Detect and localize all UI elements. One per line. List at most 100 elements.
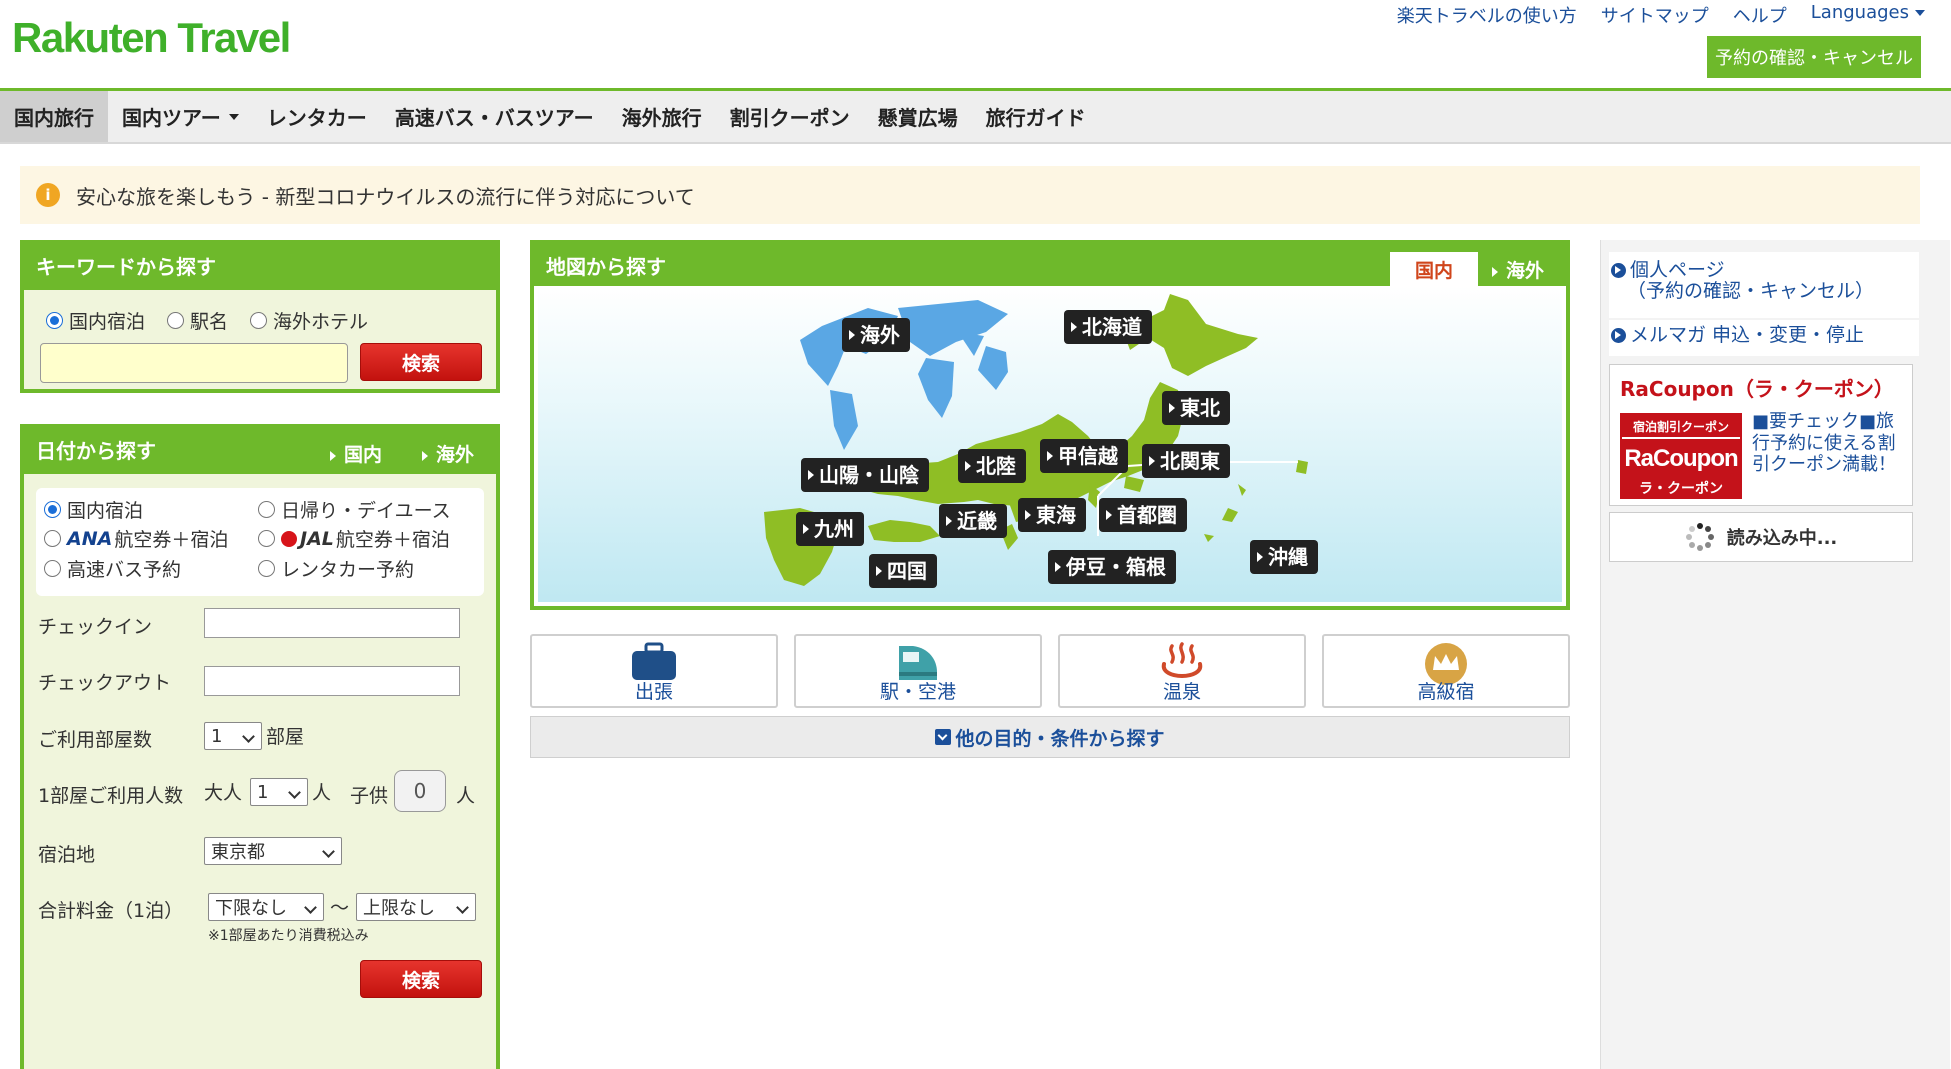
date-tab-overseas[interactable]: 海外 — [422, 440, 474, 467]
purpose-onsen-button[interactable]: 温泉 — [1058, 634, 1306, 708]
nav-discount-coupon[interactable]: 割引クーポン — [716, 91, 864, 142]
purpose-luxury-button[interactable]: 高級宿 — [1322, 634, 1570, 708]
region-kita-kanto-button[interactable]: 北関東 — [1142, 444, 1230, 478]
racoupon-badge[interactable]: 宿泊割引クーポン RaCoupon ラ・クーポン — [1620, 413, 1742, 499]
purpose-station-airport-button[interactable]: 駅・空港 — [794, 634, 1042, 708]
sitemap-link[interactable]: サイトマップ — [1601, 2, 1709, 28]
price-separator: 〜 — [330, 897, 350, 919]
main-nav: 国内旅行 国内ツアー レンタカー 高速バス・バスツアー 海外旅行 割引クーポン … — [0, 88, 1951, 144]
radio-label: レンタカー予約 — [281, 559, 415, 581]
region-okinawa-button[interactable]: 沖縄 — [1250, 540, 1318, 574]
nav-overseas-travel[interactable]: 海外旅行 — [608, 91, 716, 142]
purpose-label: 温泉 — [1162, 681, 1201, 703]
plan-type-box: 国内宿泊 日帰り・デイユース ANA 航空券＋宿泊 JAL 航空券＋宿泊 高速バス予… — [36, 488, 484, 596]
adult-select[interactable]: 1 — [250, 778, 308, 806]
purpose-label: 高級宿 — [1417, 681, 1475, 703]
purpose-label: 出張 — [634, 681, 673, 703]
price-max-select[interactable]: 上限なし — [356, 893, 476, 921]
reservation-check-cancel-button[interactable]: 予約の確認・キャンセル — [1707, 36, 1921, 78]
tab-label: 海外 — [1506, 260, 1545, 282]
plan-radio-day-use[interactable]: 日帰り・デイユース — [258, 496, 451, 523]
more-conditions-button[interactable]: 他の目的・条件から探す — [530, 716, 1570, 758]
nav-highway-bus[interactable]: 高速バス・バスツアー — [381, 91, 608, 142]
nav-prize-plaza[interactable]: 懸賞広場 — [864, 91, 972, 142]
radio-label: 駅名 — [190, 311, 229, 333]
arrow-circle-icon — [1611, 328, 1626, 343]
help-link[interactable]: ヘルプ — [1733, 2, 1787, 28]
nav-travel-guide[interactable]: 旅行ガイド — [972, 91, 1100, 142]
keyword-search-button[interactable]: 検索 — [360, 343, 482, 381]
arrow-right-icon — [330, 451, 336, 461]
region-kyushu-button[interactable]: 九州 — [796, 512, 864, 546]
nav-rental-car[interactable]: レンタカー — [253, 91, 381, 142]
date-search-panel: 日付から探す 国内 海外 国内宿泊 日帰り・デイユース ANA 航空券＋宿泊 JA… — [20, 424, 500, 1069]
racoupon-box[interactable]: RaCoupon（ラ・クーポン） 宿泊割引クーポン RaCoupon ラ・クーポ… — [1609, 364, 1913, 506]
keyword-radio-station[interactable]: 駅名 — [167, 307, 228, 334]
how-to-use-link[interactable]: 楽天トラベルの使い方 — [1397, 2, 1577, 28]
region-koshinetsu-button[interactable]: 甲信越 — [1040, 439, 1128, 473]
price-min-select[interactable]: 下限なし — [208, 893, 324, 921]
radio-icon — [44, 560, 61, 577]
radio-selected-icon — [44, 501, 61, 518]
plan-radio-domestic-stay[interactable]: 国内宿泊 — [44, 496, 143, 523]
checkin-input[interactable] — [204, 608, 460, 638]
notice-text[interactable]: 安心な旅を楽しもう - 新型コロナウイルスの流行に伴う対応について — [76, 181, 695, 210]
languages-dropdown[interactable]: Languages — [1811, 2, 1925, 28]
purpose-label: 駅・空港 — [879, 681, 956, 703]
newsletter-link[interactable]: メルマガ 申込・変更・停止 — [1611, 325, 1864, 346]
nav-domestic-travel[interactable]: 国内旅行 — [0, 91, 108, 142]
covid-notice-banner[interactable]: i 安心な旅を楽しもう - 新型コロナウイルスの流行に伴う対応について — [20, 166, 1920, 224]
purpose-business-button[interactable]: 出張 — [530, 634, 778, 708]
rooms-unit: 部屋 — [266, 726, 305, 748]
region-izu-hakone-button[interactable]: 伊豆・箱根 — [1048, 550, 1176, 584]
region-sanyo-sanin-button[interactable]: 山陽・山陰 — [801, 458, 929, 492]
nav-domestic-tour[interactable]: 国内ツアー — [108, 91, 253, 142]
rooms-select[interactable]: 1 — [204, 722, 262, 750]
radio-label: 航空券＋宿泊 — [335, 529, 450, 551]
map-search-panel: 地図から探す 国内 海外 海外 北海道 東北 山陽・山陰 北陸 甲信越 北関東 … — [530, 240, 1570, 610]
keyword-input[interactable] — [40, 343, 348, 383]
keyword-radio-domestic[interactable]: 国内宿泊 — [46, 307, 145, 334]
adult-label: 大人 — [204, 782, 243, 804]
map-tab-overseas[interactable]: 海外 — [1492, 256, 1544, 283]
date-search-button[interactable]: 検索 — [360, 960, 482, 998]
keyword-radio-overseas-hotel[interactable]: 海外ホテル — [250, 307, 368, 334]
rakuten-travel-logo[interactable]: Rakuten Travel — [12, 14, 291, 62]
region-kinki-button[interactable]: 近畿 — [939, 504, 1007, 538]
plan-radio-ana-flight-stay[interactable]: ANA 航空券＋宿泊 — [44, 525, 228, 552]
region-shutoken-button[interactable]: 首都圏 — [1099, 498, 1187, 532]
chevron-down-icon — [228, 113, 239, 120]
location-select[interactable]: 東京都 — [204, 837, 342, 865]
tab-label: 海外 — [436, 444, 475, 466]
racoupon-badge-main: RaCoupon — [1622, 437, 1740, 479]
plan-radio-jal-flight-stay[interactable]: JAL 航空券＋宿泊 — [258, 525, 450, 552]
plan-radio-highway-bus[interactable]: 高速バス予約 — [44, 555, 181, 582]
child-count-input[interactable]: 0 — [394, 770, 446, 812]
plan-radio-rental-car[interactable]: レンタカー予約 — [258, 555, 414, 582]
radio-selected-icon — [46, 312, 63, 329]
map-tab-domestic[interactable]: 国内 — [1390, 252, 1478, 286]
region-hokuriku-button[interactable]: 北陸 — [958, 449, 1026, 483]
radio-icon — [258, 560, 275, 577]
arrow-circle-icon — [1611, 263, 1626, 278]
ana-logo: ANA — [67, 527, 113, 550]
keyword-search-panel: キーワードから探す 国内宿泊 駅名 海外ホテル 検索 — [20, 240, 500, 393]
checkout-input[interactable] — [204, 666, 460, 696]
region-shikoku-button[interactable]: 四国 — [869, 554, 937, 588]
region-tokai-button[interactable]: 東海 — [1018, 498, 1086, 532]
jal-logo: JAL — [300, 527, 334, 550]
mypage-link[interactable]: 個人ページ （予約の確認・キャンセル） — [1611, 260, 1874, 302]
date-tab-domestic[interactable]: 国内 — [330, 440, 382, 467]
region-tohoku-button[interactable]: 東北 — [1162, 391, 1230, 425]
racoupon-title[interactable]: RaCoupon（ラ・クーポン） — [1620, 373, 1894, 402]
newsletter-label: メルマガ 申込・変更・停止 — [1630, 324, 1865, 346]
radio-icon — [44, 530, 61, 547]
racoupon-description[interactable]: ■要チェック■旅行予約に使える割引クーポン満載！ — [1752, 411, 1908, 476]
region-overseas-button[interactable]: 海外 — [842, 318, 910, 352]
radio-label: 日帰り・デイユース — [281, 500, 451, 522]
japan-map: 海外 北海道 東北 山陽・山陰 北陸 甲信越 北関東 九州 近畿 東海 首都圏 … — [538, 286, 1562, 602]
radio-label: 国内宿泊 — [67, 500, 144, 522]
region-hokkaido-button[interactable]: 北海道 — [1064, 310, 1152, 344]
child-unit: 人 — [456, 785, 476, 807]
racoupon-badge-top: 宿泊割引クーポン — [1622, 415, 1740, 437]
